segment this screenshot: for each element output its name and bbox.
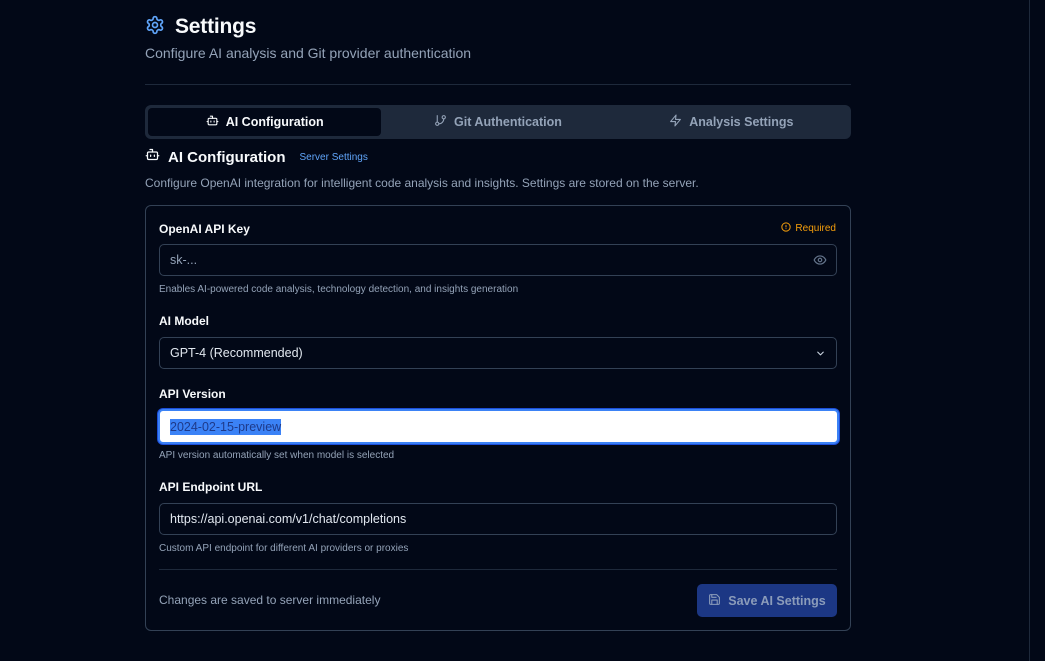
required-label: Required [795,223,836,234]
page-subtitle: Configure AI analysis and Git provider a… [145,45,472,61]
tab-ai-configuration[interactable]: AI Configuration [148,108,382,136]
chevron-down-icon [815,348,826,359]
page-header: Settings Configure AI analysis and Git p… [145,14,851,61]
section-header: AI Configuration Server Settings [145,148,368,166]
window-edge-divider [1029,0,1030,661]
save-note: Changes are saved to server immediately [159,593,381,607]
tab-label: AI Configuration [225,115,324,129]
required-indicator: Required [781,222,836,235]
save-icon [708,593,728,609]
ai-settings-card: OpenAI API Key Required sk-... Enables A… [145,205,851,631]
tab-git-authentication[interactable]: Git Authentication [381,108,614,136]
page-title: Settings [175,15,257,38]
eye-icon[interactable] [813,253,827,267]
bot-icon [145,147,168,167]
api-key-label: OpenAI API Key [159,222,250,236]
api-version-input[interactable]: 2024-02-15-preview [158,409,839,444]
api-key-helper: Enables AI-powered code analysis, techno… [159,284,519,295]
settings-gear-icon [145,15,175,40]
alert-circle-icon [781,222,795,235]
server-settings-badge: Server Settings [299,151,368,163]
save-ai-settings-button[interactable]: Save AI Settings [697,584,837,617]
endpoint-input[interactable]: https://api.openai.com/v1/chat/completio… [159,503,837,535]
zap-icon [669,114,689,130]
model-select[interactable]: GPT-4 (Recommended) [159,337,837,369]
api-version-helper: API version automatically set when model… [159,450,395,461]
section-description: Configure OpenAI integration for intelli… [145,176,699,190]
git-branch-icon [434,114,454,130]
model-label: AI Model [159,314,209,328]
api-version-value: 2024-02-15-preview [170,418,282,435]
tab-label: Git Authentication [454,115,562,129]
endpoint-value: https://api.openai.com/v1/chat/completio… [170,512,407,526]
endpoint-label: API Endpoint URL [159,480,263,494]
api-key-input[interactable]: sk-... [159,244,837,276]
bot-icon [206,114,226,130]
settings-tabs: AI Configuration Git Authentication Anal… [145,105,851,139]
api-version-label: API Version [159,387,226,401]
endpoint-helper: Custom API endpoint for different AI pro… [159,543,409,554]
header-divider [145,84,851,85]
card-divider [159,569,837,570]
save-button-label: Save AI Settings [728,593,826,608]
api-key-placeholder: sk-... [170,253,198,267]
tab-analysis-settings[interactable]: Analysis Settings [615,108,848,136]
model-selected-value: GPT-4 (Recommended) [170,346,303,360]
section-title: AI Configuration [168,148,286,166]
tab-label: Analysis Settings [689,115,794,129]
